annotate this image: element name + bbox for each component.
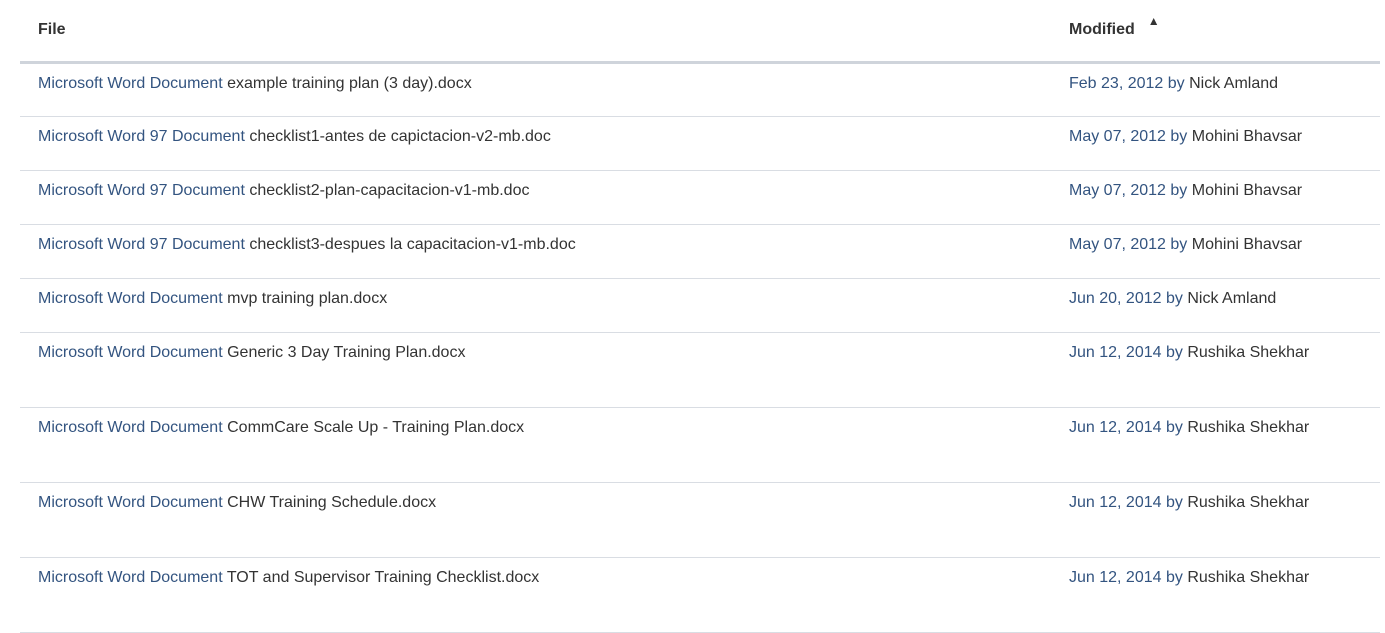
file-name: example training plan (3 day).docx [227,74,472,92]
author-name: Rushika Shekhar [1187,343,1310,361]
modified-date-link[interactable]: Jun 12, 2014 [1069,419,1162,436]
modified-header-label: Modified [1069,21,1135,39]
table-row: Microsoft Word Document Generic 3 Day Tr… [20,332,1380,408]
by-label: by [1165,343,1183,361]
modified-cell: May 07, 2012 by Mohini Bhavsar [1045,116,1380,171]
by-label: by [1165,418,1183,436]
file-name: mvp training plan.docx [227,289,388,307]
table-row: Microsoft Word Document TOT and Supervis… [20,557,1380,633]
table-row: Microsoft Word Document CHW Training Sch… [20,482,1380,558]
file-type-link[interactable]: Microsoft Word 97 Document [38,182,245,199]
by-label: by [1165,289,1183,307]
author-name: Rushika Shekhar [1187,568,1310,586]
file-cell: Microsoft Word Document TOT and Supervis… [20,557,1045,633]
file-name: CHW Training Schedule.docx [227,493,437,511]
file-name: checklist3-despues la capacitacion-v1-mb… [249,235,576,253]
author-name: Mohini Bhavsar [1191,127,1303,145]
file-cell: Microsoft Word Document CommCare Scale U… [20,407,1045,483]
modified-cell: Jun 12, 2014 by Rushika Shekhar [1045,332,1380,408]
file-type-link[interactable]: Microsoft Word Document [38,419,223,436]
modified-date-link[interactable]: Jun 12, 2014 [1069,344,1162,361]
author-name: Rushika Shekhar [1187,493,1310,511]
by-label: by [1170,127,1188,145]
by-label: by [1170,235,1188,253]
by-label: by [1167,74,1185,92]
file-type-link[interactable]: Microsoft Word Document [38,494,223,511]
table-row: Microsoft Word Document CommCare Scale U… [20,407,1380,483]
table-header-row: File Modified ▲ [20,0,1380,64]
file-type-link[interactable]: Microsoft Word 97 Document [38,236,245,253]
modified-date-link[interactable]: Jun 12, 2014 [1069,494,1162,511]
file-header-label: File [38,21,66,39]
modified-cell: May 07, 2012 by Mohini Bhavsar [1045,170,1380,225]
table-row: Microsoft Word 97 Document checklist2-pl… [20,170,1380,225]
table-row: Microsoft Word 97 Document checklist1-an… [20,116,1380,171]
modified-date-link[interactable]: May 07, 2012 [1069,128,1166,145]
file-name: checklist2-plan-capacitacion-v1-mb.doc [249,181,530,199]
file-name: Generic 3 Day Training Plan.docx [227,343,466,361]
author-name: Nick Amland [1189,74,1279,92]
table-row: Microsoft Word Document example training… [20,62,1380,117]
file-cell: Microsoft Word Document CHW Training Sch… [20,482,1045,558]
modified-cell: Jun 12, 2014 by Rushika Shekhar [1045,482,1380,558]
file-type-link[interactable]: Microsoft Word Document [38,290,223,307]
modified-cell: May 07, 2012 by Mohini Bhavsar [1045,224,1380,279]
file-cell: Microsoft Word 97 Document checklist2-pl… [20,170,1045,225]
file-type-link[interactable]: Microsoft Word 97 Document [38,128,245,145]
modified-date-link[interactable]: Feb 23, 2012 [1069,75,1163,92]
file-type-link[interactable]: Microsoft Word Document [38,344,223,361]
file-cell: Microsoft Word 97 Document checklist3-de… [20,224,1045,279]
modified-cell: Feb 23, 2012 by Nick Amland [1045,62,1380,117]
modified-date-link[interactable]: May 07, 2012 [1069,182,1166,199]
file-cell: Microsoft Word Document mvp training pla… [20,278,1045,333]
attachments-table: File Modified ▲ Microsoft Word Document e… [20,0,1380,633]
file-type-link[interactable]: Microsoft Word Document [38,569,223,586]
modified-cell: Jun 20, 2012 by Nick Amland [1045,278,1380,333]
file-cell: Microsoft Word Document example training… [20,62,1045,117]
author-name: Nick Amland [1187,289,1277,307]
modified-date-link[interactable]: Jun 20, 2012 [1069,290,1162,307]
by-label: by [1170,181,1188,199]
modified-date-link[interactable]: Jun 12, 2014 [1069,569,1162,586]
column-header-modified[interactable]: Modified ▲ [1045,0,1380,64]
file-cell: Microsoft Word Document Generic 3 Day Tr… [20,332,1045,408]
author-name: Mohini Bhavsar [1191,235,1303,253]
table-row: Microsoft Word Document mvp training pla… [20,278,1380,333]
by-label: by [1165,493,1183,511]
file-type-link[interactable]: Microsoft Word Document [38,75,223,92]
author-name: Rushika Shekhar [1187,418,1310,436]
author-name: Mohini Bhavsar [1191,181,1303,199]
table-row: Microsoft Word 97 Document checklist3-de… [20,224,1380,279]
triangle-up-icon[interactable]: ▲ [1148,14,1160,28]
column-header-file[interactable]: File [20,0,1045,64]
modified-date-link[interactable]: May 07, 2012 [1069,236,1166,253]
file-cell: Microsoft Word 97 Document checklist1-an… [20,116,1045,171]
modified-cell: Jun 12, 2014 by Rushika Shekhar [1045,407,1380,483]
by-label: by [1165,568,1183,586]
file-name: checklist1-antes de capictacion-v2-mb.do… [249,127,551,145]
modified-cell: Jun 12, 2014 by Rushika Shekhar [1045,557,1380,633]
file-name: CommCare Scale Up - Training Plan.docx [227,418,525,436]
file-name: TOT and Supervisor Training Checklist.do… [226,568,540,586]
